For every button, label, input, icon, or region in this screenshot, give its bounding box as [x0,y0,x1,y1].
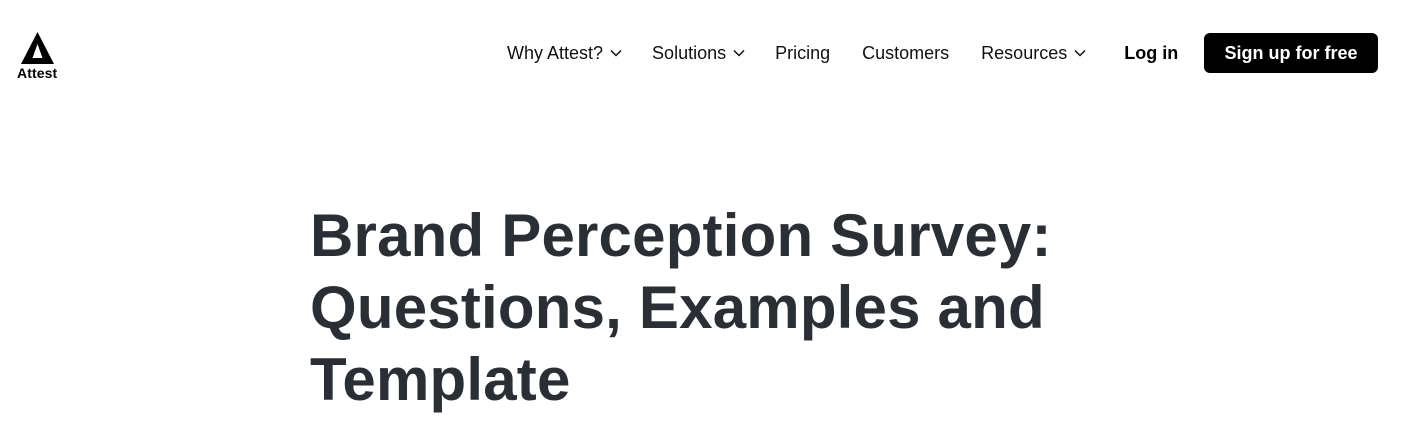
nav-pricing[interactable]: Pricing [775,43,830,64]
nav-solutions[interactable]: Solutions [652,43,745,64]
site-header: Attest Why Attest? Solutions Pricing Cus… [0,0,1405,104]
nav-solutions-label: Solutions [652,42,727,63]
attest-logo[interactable]: Attest [17,32,59,82]
login-link[interactable]: Log in [1124,43,1178,64]
nav-customers[interactable]: Customers [862,43,949,64]
nav-pricing-label: Pricing [775,42,831,63]
chevron-down-icon [733,49,745,57]
chevron-down-icon [1074,49,1086,57]
page-title: Brand Perception Survey: Questions, Exam… [310,202,1052,413]
nav-why-attest[interactable]: Why Attest? [507,43,622,64]
signup-button[interactable]: Sign up for free [1204,33,1378,73]
logo-wordmark: Attest [17,65,58,81]
chevron-down-icon [610,49,622,57]
nav-resources[interactable]: Resources [981,43,1086,64]
nav-resources-label: Resources [981,42,1068,63]
page: Attest Why Attest? Solutions Pricing Cus… [0,0,1405,441]
nav-why-attest-label: Why Attest? [507,42,604,63]
attest-triangle-logo-icon [21,32,54,64]
main-nav: Why Attest? Solutions Pricing Customers … [507,33,1218,73]
nav-customers-label: Customers [862,42,950,63]
